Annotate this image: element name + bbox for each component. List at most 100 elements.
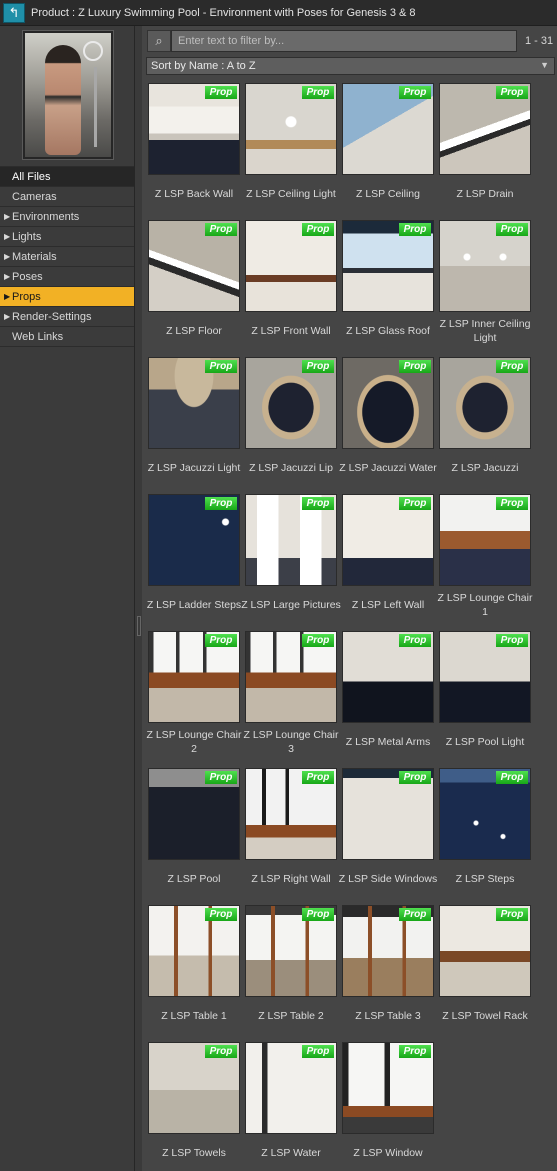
prop-badge: Prop <box>302 908 334 921</box>
asset-item[interactable]: Prop Z LSP Table 1 <box>148 905 240 1035</box>
asset-thumbnail[interactable]: Prop <box>148 905 240 997</box>
asset-thumbnail[interactable]: Prop <box>439 220 531 312</box>
asset-thumbnail[interactable]: Prop <box>245 83 337 175</box>
sidebar-item-render-settings[interactable]: ▶ Render-Settings <box>0 306 134 326</box>
asset-label: Z LSP Right Wall <box>251 873 331 885</box>
asset-item[interactable]: Prop Z LSP Lounge Chair 3 <box>244 631 338 761</box>
asset-item[interactable]: Prop Z LSP Pool Light <box>439 631 531 761</box>
asset-item[interactable]: Prop Z LSP Jacuzzi Water <box>339 357 437 487</box>
asset-item[interactable]: Prop Z LSP Inner Ceiling Light <box>439 220 531 350</box>
sidebar-item-label: All Files <box>12 170 51 183</box>
asset-thumbnail[interactable]: Prop <box>439 905 531 997</box>
asset-thumbnail[interactable]: Prop <box>439 83 531 175</box>
asset-thumbnail[interactable]: Prop <box>439 357 531 449</box>
asset-item[interactable]: Prop Z LSP Ceiling <box>342 83 434 213</box>
sort-dropdown[interactable]: Sort by Name : A to Z ▼ <box>146 57 555 75</box>
sidebar-item-label: Lights <box>12 230 42 243</box>
prop-badge: Prop <box>205 634 237 647</box>
asset-thumbnail[interactable]: Prop <box>439 768 531 860</box>
asset-item[interactable]: Prop Z LSP Window <box>342 1042 434 1171</box>
list-divider <box>0 346 134 347</box>
asset-item[interactable]: Prop Z LSP Large Pictures <box>241 494 341 624</box>
sidebar-item-environments[interactable]: ▶ Environments <box>0 206 134 226</box>
asset-thumbnail[interactable]: Prop <box>148 494 240 586</box>
asset-label: Z LSP Water <box>261 1147 321 1159</box>
asset-thumbnail[interactable]: Prop <box>245 905 337 997</box>
magnifier-icon[interactable]: ⌕ <box>147 30 171 52</box>
sidebar-item-props[interactable]: ▶ Props <box>0 286 134 306</box>
asset-item[interactable]: Prop Z LSP Glass Roof <box>342 220 434 350</box>
asset-item[interactable]: Prop Z LSP Lounge Chair 1 <box>438 494 532 624</box>
asset-item[interactable]: Prop Z LSP Ladder Steps <box>147 494 241 624</box>
asset-thumbnail[interactable]: Prop <box>148 1042 240 1134</box>
sidebar-item-materials[interactable]: ▶ Materials <box>0 246 134 266</box>
asset-item[interactable]: Prop Z LSP Lounge Chair 2 <box>147 631 241 761</box>
expand-arrow-icon[interactable]: ▶ <box>4 232 12 241</box>
asset-label: Z LSP Ceiling Light <box>246 188 336 200</box>
asset-thumbnail[interactable]: Prop <box>245 220 337 312</box>
asset-thumbnail[interactable]: Prop <box>342 357 434 449</box>
asset-thumbnail[interactable]: Prop <box>245 357 337 449</box>
sidebar-item-cameras[interactable]: Cameras <box>0 186 134 206</box>
asset-item[interactable]: Prop Z LSP Floor <box>148 220 240 350</box>
asset-item[interactable]: Prop Z LSP Steps <box>439 768 531 898</box>
expand-arrow-icon[interactable]: ▶ <box>4 212 12 221</box>
asset-thumbnail[interactable]: Prop <box>439 631 531 723</box>
asset-item[interactable]: Prop Z LSP Pool <box>148 768 240 898</box>
asset-item[interactable]: Prop Z LSP Metal Arms <box>342 631 434 761</box>
product-thumbnail[interactable] <box>22 30 114 160</box>
asset-thumbnail[interactable]: Prop <box>245 494 337 586</box>
sidebar-item-label: Cameras <box>12 190 57 203</box>
asset-thumbnail[interactable]: Prop <box>342 631 434 723</box>
asset-thumbnail[interactable]: Prop <box>342 905 434 997</box>
asset-thumbnail[interactable]: Prop <box>342 494 434 586</box>
asset-label: Z LSP Window <box>353 1147 423 1159</box>
asset-thumbnail[interactable]: Prop <box>245 1042 337 1134</box>
asset-item[interactable]: Prop Z LSP Side Windows <box>339 768 437 898</box>
asset-thumbnail[interactable]: Prop <box>148 357 240 449</box>
asset-thumbnail[interactable]: Prop <box>245 768 337 860</box>
sidebar-item-lights[interactable]: ▶ Lights <box>0 226 134 246</box>
asset-thumbnail[interactable]: Prop <box>148 220 240 312</box>
asset-item[interactable]: Prop Z LSP Towels <box>148 1042 240 1171</box>
filter-input[interactable] <box>171 30 517 52</box>
asset-thumbnail[interactable]: Prop <box>342 1042 434 1134</box>
sidebar-item-all-files[interactable]: All Files <box>0 166 134 186</box>
asset-item[interactable]: Prop Z LSP Jacuzzi <box>439 357 531 487</box>
asset-thumbnail[interactable]: Prop <box>342 83 434 175</box>
asset-item[interactable]: Prop Z LSP Water <box>245 1042 337 1171</box>
asset-item[interactable]: Prop Z LSP Towel Rack <box>439 905 531 1035</box>
sidebar-item-label: Render-Settings <box>12 310 92 323</box>
asset-label: Z LSP Ladder Steps <box>146 599 242 611</box>
asset-item[interactable]: Prop Z LSP Jacuzzi Lip <box>245 357 337 487</box>
asset-item[interactable]: Prop Z LSP Ceiling Light <box>245 83 337 213</box>
prop-badge: Prop <box>399 223 431 236</box>
asset-item[interactable]: Prop Z LSP Drain <box>439 83 531 213</box>
expand-arrow-icon[interactable]: ▶ <box>4 292 12 301</box>
sidebar-item-web-links[interactable]: Web Links <box>0 326 134 346</box>
back-arrow-icon[interactable]: ↰ <box>3 2 25 23</box>
asset-item[interactable]: Prop Z LSP Left Wall <box>342 494 434 624</box>
asset-item[interactable]: Prop Z LSP Back Wall <box>148 83 240 213</box>
prop-badge: Prop <box>399 771 431 784</box>
asset-item[interactable]: Prop Z LSP Table 3 <box>342 905 434 1035</box>
asset-item[interactable]: Prop Z LSP Table 2 <box>245 905 337 1035</box>
asset-label: Z LSP Jacuzzi Lip <box>249 462 333 474</box>
expand-arrow-icon[interactable]: ▶ <box>4 272 12 281</box>
asset-thumbnail[interactable]: Prop <box>148 83 240 175</box>
asset-item[interactable]: Prop Z LSP Jacuzzi Light <box>148 357 240 487</box>
sidebar-item-poses[interactable]: ▶ Poses <box>0 266 134 286</box>
expand-arrow-icon[interactable]: ▶ <box>4 252 12 261</box>
panel-splitter-handle[interactable] <box>137 616 141 636</box>
asset-label: Z LSP Steps <box>455 873 515 885</box>
asset-item[interactable]: Prop Z LSP Front Wall <box>245 220 337 350</box>
asset-thumbnail[interactable]: Prop <box>148 631 240 723</box>
expand-arrow-icon[interactable]: ▶ <box>4 312 12 321</box>
ring-ornament <box>83 41 103 61</box>
asset-thumbnail[interactable]: Prop <box>342 768 434 860</box>
asset-thumbnail[interactable]: Prop <box>245 631 337 723</box>
asset-thumbnail[interactable]: Prop <box>439 494 531 586</box>
asset-thumbnail[interactable]: Prop <box>148 768 240 860</box>
asset-thumbnail[interactable]: Prop <box>342 220 434 312</box>
asset-item[interactable]: Prop Z LSP Right Wall <box>245 768 337 898</box>
